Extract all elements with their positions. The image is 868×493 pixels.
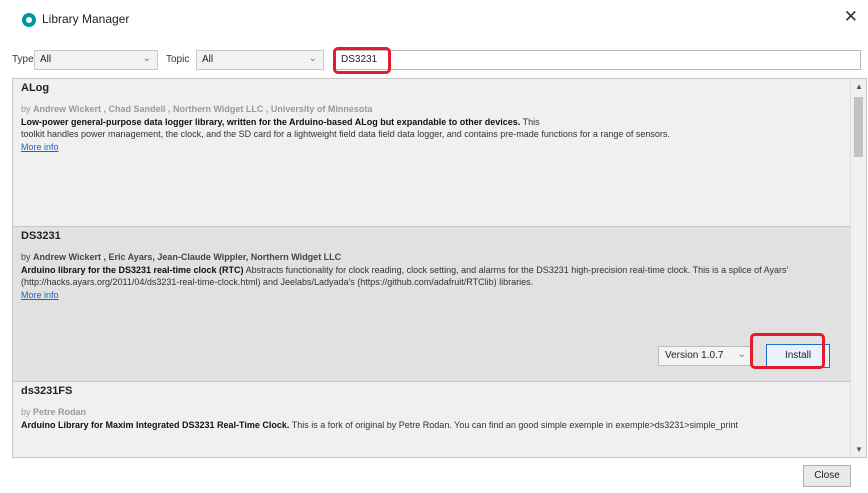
library-authors: by Petre Rodan: [21, 407, 87, 417]
library-authors: by Andrew Wickert , Chad Sandell , North…: [21, 104, 373, 114]
library-description: Low-power general-purpose data logger li…: [21, 117, 670, 139]
type-label: Type: [12, 54, 34, 65]
list-item[interactable]: ALog by Andrew Wickert , Chad Sandell , …: [13, 79, 852, 227]
type-select-value: All: [40, 54, 52, 65]
chevron-down-icon: ⌄: [737, 349, 746, 360]
type-select[interactable]: All ⌄: [34, 50, 158, 70]
library-list[interactable]: ALog by Andrew Wickert , Chad Sandell , …: [12, 78, 867, 458]
version-select[interactable]: Version 1.0.7 ⌄: [658, 346, 753, 366]
scrollbar-thumb[interactable]: [854, 97, 863, 157]
arduino-logo-icon: [22, 13, 36, 27]
chevron-down-icon: ⌄: [142, 53, 151, 64]
library-name: ALog: [21, 82, 50, 94]
title-bar: Library Manager ✕: [0, 0, 868, 38]
topic-select[interactable]: All ⌄: [196, 50, 324, 70]
list-item-selected[interactable]: DS3231 by Andrew Wickert , Eric Ayars, J…: [13, 227, 852, 382]
search-highlight-box: [333, 47, 391, 74]
list-item[interactable]: ds3231FS by Petre Rodan Arduino Library …: [13, 382, 852, 457]
close-window-icon[interactable]: ✕: [844, 9, 858, 26]
more-info-link[interactable]: More info: [21, 141, 59, 153]
library-description: Arduino library for the DS3231 real-time…: [21, 265, 789, 287]
topic-label: Topic: [166, 54, 190, 65]
window-title: Library Manager: [42, 12, 130, 26]
vertical-scrollbar[interactable]: ▲ ▼: [850, 79, 866, 457]
search-input[interactable]: DS3231: [333, 50, 861, 70]
filter-bar: Type All ⌄ Topic All ⌄ DS3231: [0, 46, 868, 74]
chevron-down-icon: ⌄: [308, 53, 317, 64]
close-button[interactable]: Close: [803, 465, 851, 487]
topic-select-value: All: [202, 54, 214, 65]
library-description: Arduino Library for Maxim Integrated DS3…: [21, 420, 739, 430]
version-select-value: Version 1.0.7: [665, 350, 724, 361]
more-info-link[interactable]: More info: [21, 289, 59, 301]
library-name: ds3231FS: [21, 385, 73, 397]
scroll-down-icon[interactable]: ▼: [851, 445, 866, 454]
scroll-up-icon[interactable]: ▲: [851, 82, 866, 91]
library-authors: by Andrew Wickert , Eric Ayars, Jean-Cla…: [21, 252, 342, 262]
library-name: DS3231: [21, 230, 61, 242]
install-highlight-box: [750, 333, 825, 369]
